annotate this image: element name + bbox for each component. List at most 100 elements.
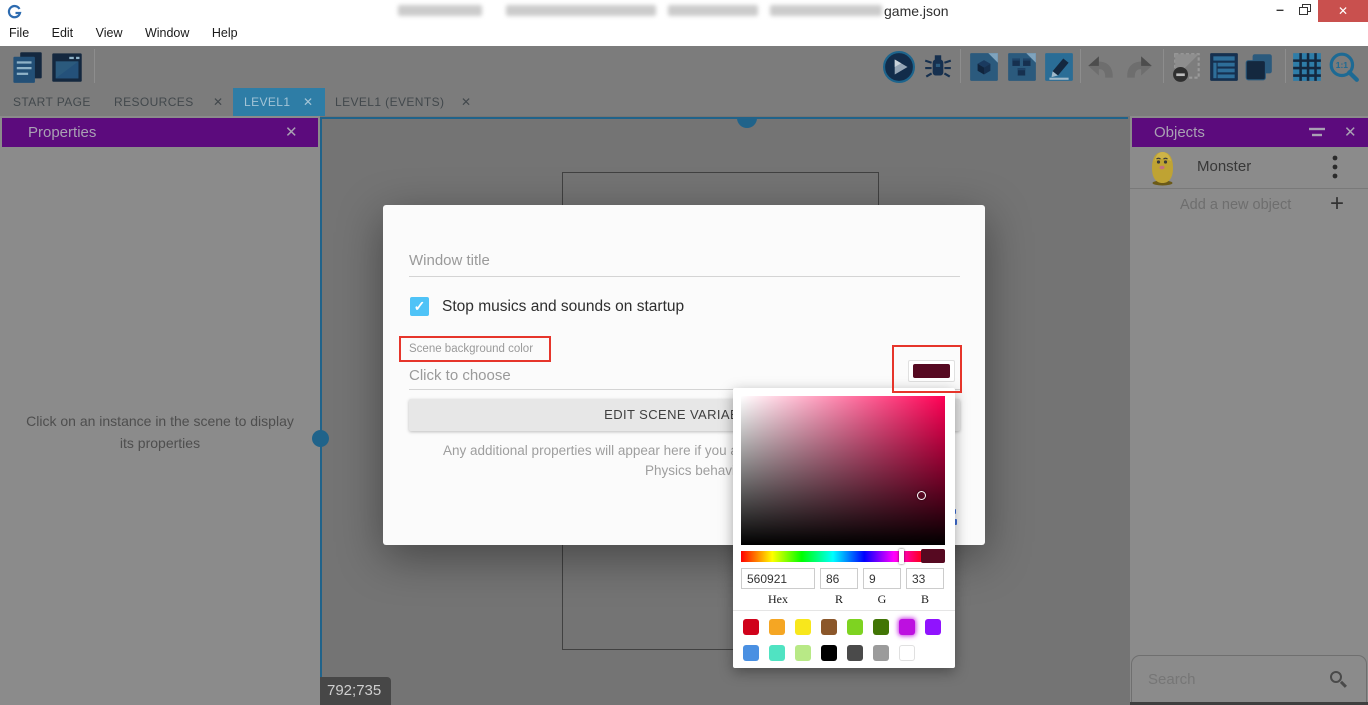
tab-resources[interactable]: RESOURCES [114, 88, 194, 116]
add-object-plus-icon[interactable]: + [1330, 190, 1344, 218]
redo-icon[interactable] [1123, 51, 1155, 83]
toolbar-separator [960, 49, 961, 83]
redacted-title-text [398, 5, 482, 16]
toolbar: 1:1 [0, 46, 1368, 88]
minimize-button[interactable]: – [1265, 0, 1295, 22]
layers-icon[interactable] [1243, 51, 1275, 83]
title-bar: game.json – ✕ [0, 0, 1368, 22]
saturation-area[interactable] [741, 396, 945, 545]
redacted-path-text [506, 5, 656, 16]
stop-music-checkbox[interactable]: ✓ [410, 297, 429, 316]
hex-input-label: Hex [741, 592, 815, 607]
toggle-mask-icon[interactable] [1172, 51, 1204, 83]
objects-close-icon[interactable]: ✕ [1344, 118, 1357, 147]
hue-slider-thumb[interactable] [899, 549, 904, 564]
vertical-scrollbar-thumb[interactable] [312, 430, 329, 447]
preset-color-swatch[interactable] [769, 645, 785, 661]
blue-input[interactable] [906, 568, 944, 589]
search-icon-tail [1339, 681, 1346, 688]
preset-color-swatch[interactable] [899, 619, 915, 635]
green-input[interactable] [863, 568, 901, 589]
tab-bar: START PAGE RESOURCES ✕ LEVEL1 ✕ LEVEL1 (… [0, 88, 1368, 116]
preset-color-swatch[interactable] [795, 645, 811, 661]
gdevelop-logo-icon [7, 4, 22, 19]
menu-window[interactable]: Window [136, 22, 198, 44]
search-icon[interactable] [1328, 670, 1350, 692]
preset-color-swatch[interactable] [821, 619, 837, 635]
play-icon[interactable] [883, 51, 915, 83]
object-row-monster[interactable]: Monster [1130, 147, 1368, 188]
preset-color-swatch[interactable] [847, 619, 863, 635]
tab-start-page[interactable]: START PAGE [13, 88, 91, 116]
properties-panel: Properties ✕ Click on an instance in the… [0, 116, 320, 705]
restore-button[interactable] [1293, 0, 1319, 22]
object-menu-icon[interactable] [1332, 155, 1338, 179]
monster-thumbnail-icon [1149, 150, 1176, 186]
instances-list-icon[interactable] [1208, 51, 1240, 83]
restore-icon [1299, 7, 1308, 15]
tab-level1-close-icon[interactable]: ✕ [303, 88, 313, 116]
preset-color-swatch[interactable] [873, 619, 889, 635]
tab-level1[interactable]: LEVEL1 ✕ [233, 88, 325, 116]
vertical-scrollbar[interactable] [320, 117, 322, 705]
preset-color-swatch[interactable] [847, 645, 863, 661]
add-object-label: Add a new object [1180, 197, 1291, 213]
horizontal-scrollbar-thumb[interactable] [737, 118, 757, 128]
red-input-label: R [820, 592, 858, 607]
properties-panel-title: Properties [28, 118, 96, 147]
edit-scene-icon[interactable] [1043, 51, 1075, 83]
saturation-marker[interactable] [917, 491, 926, 500]
properties-close-icon[interactable]: ✕ [285, 118, 298, 147]
menu-help[interactable]: Help [203, 22, 247, 44]
blue-input-label: B [906, 592, 944, 607]
tab-level1-events-close-icon[interactable]: ✕ [461, 88, 471, 116]
debugger-icon[interactable] [922, 51, 954, 83]
window-title-field-label: Window title [409, 252, 490, 269]
preset-color-swatch[interactable] [743, 645, 759, 661]
highlight-scene-background-label [399, 336, 551, 362]
search-input[interactable] [1148, 671, 1308, 688]
open-objects-panel-icon[interactable] [10, 50, 44, 84]
zoom-original-icon[interactable]: 1:1 [1328, 51, 1360, 83]
window-title-field-underline[interactable] [409, 276, 960, 277]
hex-input[interactable] [741, 568, 815, 589]
tab-level1-label: LEVEL1 [244, 88, 290, 116]
menu-edit[interactable]: Edit [43, 22, 83, 44]
click-to-choose-label[interactable]: Click to choose [409, 367, 511, 384]
undo-icon[interactable] [1085, 51, 1117, 83]
toolbar-separator [1080, 49, 1081, 83]
close-button[interactable]: ✕ [1318, 0, 1368, 22]
preset-color-swatch[interactable] [899, 645, 915, 661]
properties-empty-line2: its properties [10, 432, 310, 454]
open-properties-panel-icon[interactable] [50, 50, 84, 84]
new-object-icon[interactable] [968, 51, 1000, 83]
hue-slider[interactable] [741, 551, 925, 562]
preset-color-swatch[interactable] [795, 619, 811, 635]
filter-icon[interactable] [1308, 126, 1326, 140]
green-input-label: G [863, 592, 901, 607]
preset-color-swatch[interactable] [925, 619, 941, 635]
menu-file[interactable]: File [0, 22, 38, 44]
menu-view[interactable]: View [87, 22, 132, 44]
red-input[interactable] [820, 568, 858, 589]
tab-resources-close-icon[interactable]: ✕ [213, 88, 223, 116]
new-objects-group-icon[interactable] [1006, 51, 1038, 83]
properties-panel-header: Properties ✕ [2, 118, 318, 147]
saturation-gradient [741, 396, 945, 545]
toolbar-separator [1163, 49, 1164, 83]
document-title: game.json [884, 3, 949, 19]
tab-level1-events[interactable]: LEVEL1 (EVENTS) [335, 88, 444, 116]
picker-divider [733, 610, 955, 611]
stop-music-label: Stop musics and sounds on startup [442, 298, 684, 316]
add-object-row[interactable]: Add a new object + [1130, 189, 1368, 223]
preset-color-swatch[interactable] [821, 645, 837, 661]
svg-text:1:1: 1:1 [1336, 60, 1349, 70]
preset-color-swatch[interactable] [873, 645, 889, 661]
grid-icon[interactable] [1291, 51, 1323, 83]
preset-color-swatch[interactable] [769, 619, 785, 635]
horizontal-scrollbar[interactable] [322, 117, 1128, 119]
toolbar-separator [94, 49, 95, 83]
highlight-color-swatch [892, 345, 962, 393]
toolbar-separator [1285, 49, 1286, 83]
preset-color-swatch[interactable] [743, 619, 759, 635]
